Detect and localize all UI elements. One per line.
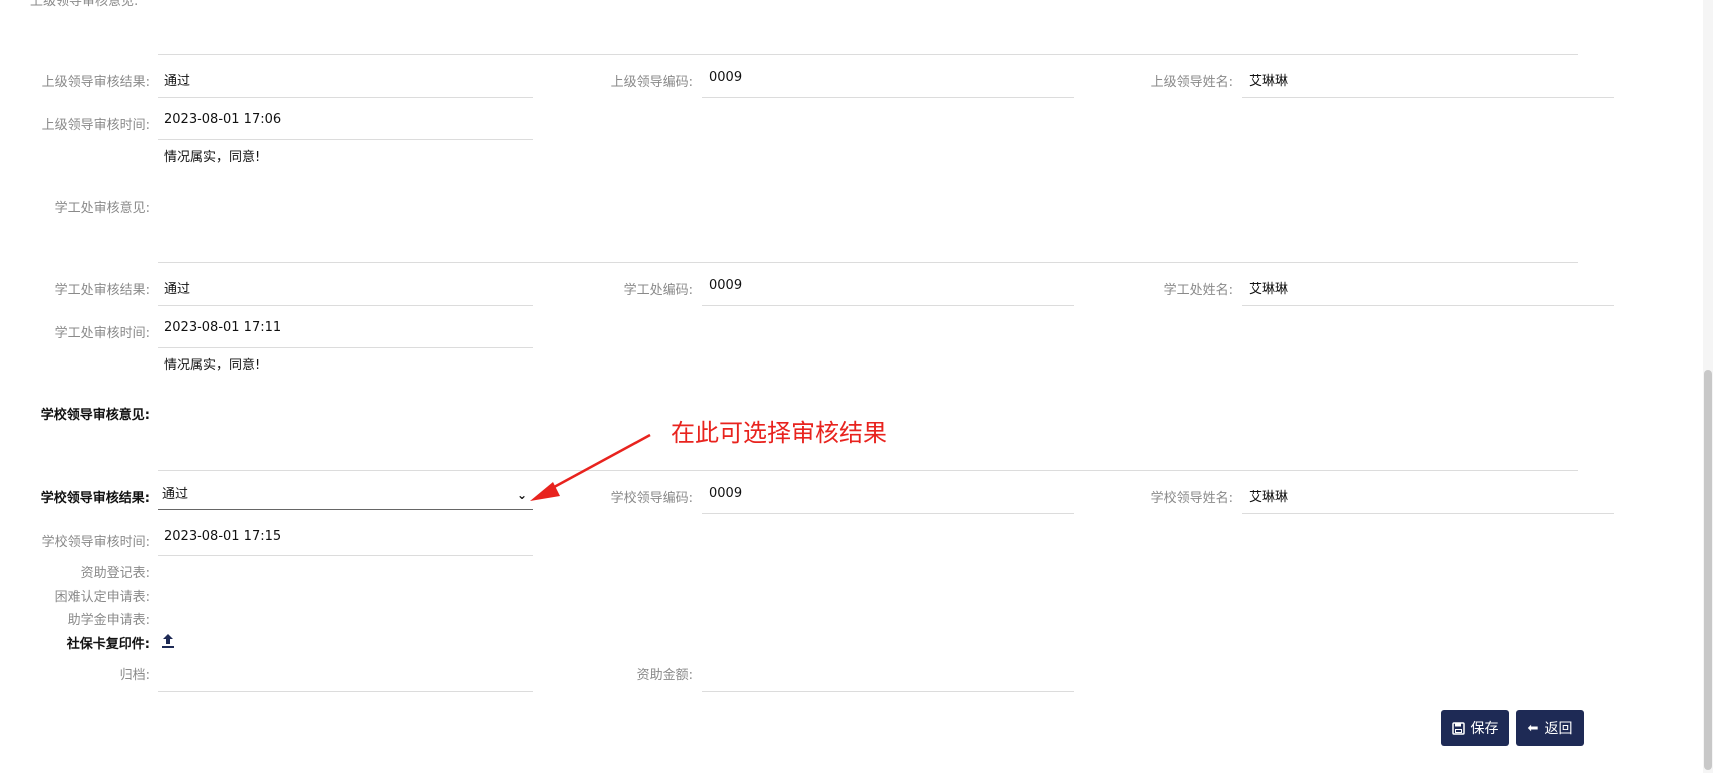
superior-opinion-underline bbox=[158, 54, 1578, 55]
arrow-left-icon: ⬅ bbox=[1527, 720, 1539, 736]
school-leader-time-value: 2023-08-01 17:15 bbox=[164, 529, 282, 544]
superior-result-label: 上级领导审核结果: bbox=[41, 75, 150, 90]
superior-time-underline bbox=[158, 139, 533, 140]
archive-underline bbox=[158, 691, 533, 692]
student-affairs-result-value: 通过 bbox=[164, 282, 191, 297]
student-affairs-name-underline bbox=[1242, 305, 1614, 306]
save-label: 保存 bbox=[1470, 721, 1499, 737]
school-leader-name-value: 艾琳琳 bbox=[1249, 490, 1289, 505]
school-leader-result-selected: 通过 bbox=[162, 487, 189, 502]
school-leader-time-underline bbox=[158, 555, 533, 556]
superior-result-value: 通过 bbox=[164, 74, 191, 89]
back-label: 返回 bbox=[1544, 721, 1573, 737]
school-leader-opinion-text[interactable]: 情况属实，同意! bbox=[164, 354, 260, 373]
annotation-arrow-icon bbox=[530, 433, 651, 501]
student-affairs-time-label: 学工处审核时间: bbox=[54, 326, 150, 341]
annotation-text: 在此可选择审核结果 bbox=[671, 419, 887, 447]
student-affairs-time-value: 2023-08-01 17:11 bbox=[164, 320, 282, 335]
superior-time-label: 上级领导审核时间: bbox=[41, 118, 150, 133]
superior-code-label: 上级领导编码: bbox=[610, 75, 693, 90]
school-leader-opinion-underline bbox=[158, 470, 1578, 471]
save-icon bbox=[1451, 721, 1465, 735]
hardship-form-label: 困难认定申请表: bbox=[54, 590, 150, 605]
superior-opinion-label: 上级领导审核意见: bbox=[30, 0, 139, 9]
amount-underline bbox=[702, 691, 1074, 692]
student-affairs-opinion-text: 情况属实，同意! bbox=[164, 150, 261, 165]
superior-name-value: 艾琳琳 bbox=[1249, 74, 1289, 89]
amount-label: 资助金额: bbox=[636, 668, 693, 683]
student-affairs-code-value: 0009 bbox=[709, 278, 743, 293]
social-card-label: 社保卡复印件: bbox=[66, 637, 150, 652]
student-affairs-opinion-underline bbox=[158, 262, 1578, 263]
superior-name-label: 上级领导姓名: bbox=[1150, 75, 1233, 90]
school-leader-result-select[interactable]: 通过 ⌄ bbox=[158, 482, 533, 510]
school-leader-name-label: 学校领导姓名: bbox=[1150, 491, 1233, 506]
scrollbar-thumb[interactable] bbox=[1704, 370, 1712, 770]
student-affairs-result-label: 学工处审核结果: bbox=[54, 283, 150, 298]
upload-icon[interactable] bbox=[161, 633, 175, 649]
school-leader-code-value: 0009 bbox=[709, 486, 743, 501]
archive-label: 归档: bbox=[119, 668, 150, 683]
superior-code-underline bbox=[702, 97, 1074, 98]
school-leader-result-label: 学校领导审核结果: bbox=[40, 491, 150, 506]
superior-result-underline bbox=[158, 97, 533, 98]
school-leader-time-label: 学校领导审核时间: bbox=[41, 535, 150, 550]
student-affairs-name-value: 艾琳琳 bbox=[1249, 282, 1289, 297]
superior-code-value: 0009 bbox=[709, 70, 743, 85]
school-leader-opinion-label: 学校领导审核意见: bbox=[40, 408, 150, 423]
school-leader-code-underline bbox=[702, 513, 1074, 514]
student-affairs-result-underline bbox=[158, 305, 533, 306]
save-button[interactable]: 保存 bbox=[1441, 710, 1509, 746]
grant-form-label: 助学金申请表: bbox=[67, 613, 150, 628]
student-affairs-time-underline bbox=[158, 347, 533, 348]
student-affairs-code-underline bbox=[702, 305, 1074, 306]
back-button[interactable]: ⬅ 返回 bbox=[1516, 710, 1584, 746]
school-leader-name-underline bbox=[1242, 513, 1614, 514]
student-affairs-opinion-label: 学工处审核意见: bbox=[54, 201, 150, 216]
student-affairs-name-label: 学工处姓名: bbox=[1163, 283, 1233, 298]
superior-name-underline bbox=[1242, 97, 1614, 98]
student-affairs-code-label: 学工处编码: bbox=[623, 283, 693, 298]
superior-time-value: 2023-08-01 17:06 bbox=[164, 112, 282, 127]
aid-form-label: 资助登记表: bbox=[80, 566, 150, 581]
vertical-scrollbar[interactable] bbox=[1703, 0, 1713, 773]
